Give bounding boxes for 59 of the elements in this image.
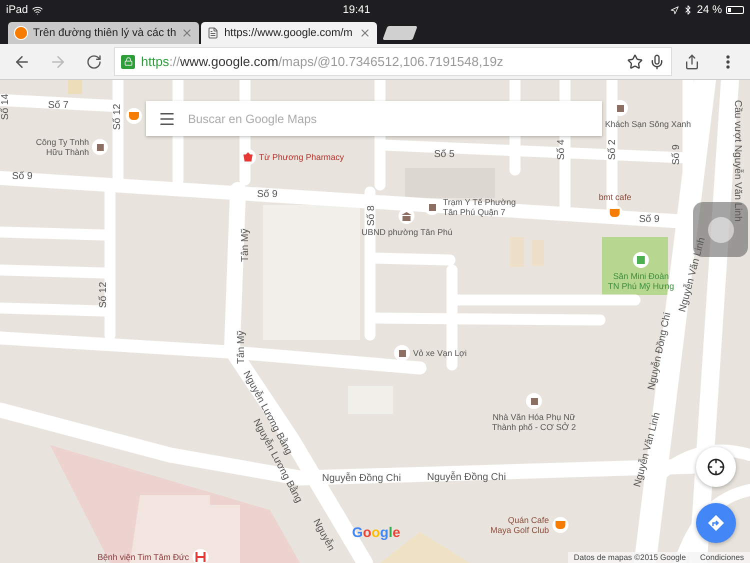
street-label: Nguyễn Đồng Chi — [646, 312, 674, 392]
url-text: https://www.google.com/maps/@10.7346512,106.7191548,19z — [141, 54, 504, 69]
search-field[interactable]: Buscar en Google Maps — [146, 101, 602, 136]
street-label: Số 12 — [98, 282, 110, 308]
reload-icon — [86, 54, 102, 70]
terms-link[interactable]: Condiciones — [700, 553, 744, 562]
lock-icon — [121, 54, 135, 68]
close-icon[interactable] — [181, 27, 194, 39]
place-label[interactable]: Nhà Văn Hóa Phụ Nữ Thành phố - CƠ SỞ 2 — [492, 412, 576, 432]
bluetooth-icon — [682, 5, 693, 15]
street-label: Cầu vượt Nguyễn Văn Linh — [731, 100, 743, 222]
place-label[interactable]: Từ Phương Pharmacy — [259, 152, 344, 162]
place-label[interactable]: Trạm Y Tế Phường Tân Phú Quận 7 — [443, 197, 516, 217]
place-label[interactable]: Quán Cafe Maya Golf Club — [490, 515, 549, 535]
share-icon — [684, 54, 700, 70]
place-label[interactable]: Công Ty Tnhh Hữu Thành — [36, 137, 89, 157]
battery-icon — [726, 6, 744, 14]
street-label: Nguyễn Văn Linh — [632, 411, 664, 489]
place-label[interactable]: UBND phường Tân Phú — [362, 227, 452, 237]
browser-tab[interactable]: Trên đường thiên lý và các th — [8, 22, 200, 44]
new-tab-button[interactable] — [382, 26, 418, 40]
street-label: Số 9 — [257, 189, 278, 201]
street-label: Số 14 — [0, 94, 12, 120]
site-icon — [14, 26, 28, 40]
location-arrow-icon — [670, 6, 679, 14]
wifi-icon — [32, 4, 44, 16]
street-label: Số 4 — [556, 139, 568, 160]
directions-icon — [707, 514, 725, 532]
address-field[interactable]: https://www.google.com/maps/@10.7346512,106.7191548,19z — [114, 47, 672, 76]
street-label: Số 7 — [48, 100, 69, 112]
device-name: iPad — [6, 4, 28, 16]
star-icon[interactable] — [627, 54, 643, 70]
street-label: Nguyễn Văn Linh — [677, 236, 709, 314]
place-label[interactable]: Bệnh viện Tim Tâm Đức — [97, 552, 189, 562]
google-logo: Google — [352, 524, 400, 540]
clock: 19:41 — [342, 4, 370, 16]
street-label: Số 2 — [607, 139, 619, 160]
place-label[interactable]: Vỏ xe Vạn Lợi — [413, 348, 467, 358]
microphone-icon[interactable] — [649, 54, 665, 70]
more-icon — [726, 54, 730, 68]
street-label: Nguyễn Đồng Chi — [427, 472, 506, 484]
attribution-text: Datos de mapas ©2015 Google — [574, 553, 686, 562]
page-icon — [207, 27, 220, 39]
street-label: Tân Mỹ — [240, 228, 252, 262]
crosshair-icon — [707, 458, 725, 476]
place-label[interactable]: bmt cafe — [598, 192, 632, 202]
street-label: Số 8 — [366, 205, 378, 226]
street-label: Số 5 — [434, 149, 455, 161]
street-label: Tân Mỹ — [236, 330, 248, 364]
street-label: Số 12 — [112, 104, 124, 130]
battery-percent: 24 % — [696, 4, 722, 16]
street-label: Nguyễn Đồng Chi — [322, 473, 401, 485]
street-label: Số 9 — [639, 214, 660, 226]
street-label: Số 9 — [671, 144, 683, 165]
close-icon[interactable] — [359, 27, 372, 39]
place-label[interactable]: Khách Sạn Sông Xanh — [605, 119, 692, 129]
assistive-touch-button[interactable] — [693, 202, 748, 257]
browser-tab[interactable]: https://www.google.com/m — [201, 22, 378, 44]
street-label: Số 9 — [12, 171, 33, 183]
